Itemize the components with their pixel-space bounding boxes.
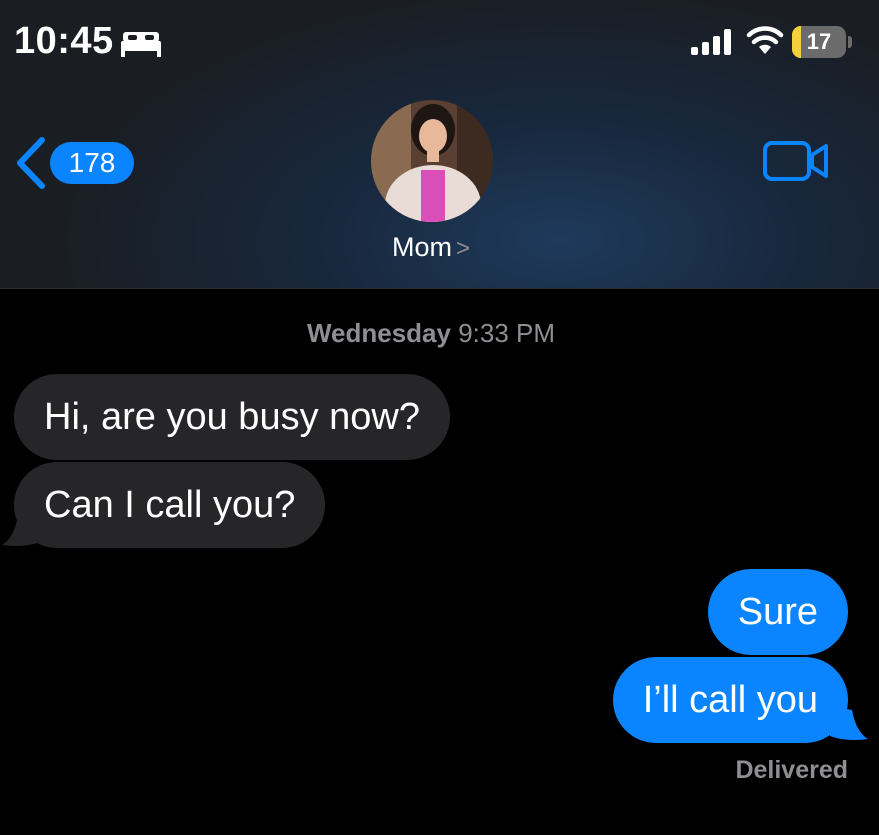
avatar-photo xyxy=(371,100,493,222)
contact-avatar[interactable] xyxy=(371,100,493,222)
bed-icon xyxy=(121,32,161,57)
chevron-right-icon: > xyxy=(455,235,470,262)
outgoing-message-bubble[interactable]: Sure xyxy=(707,569,848,655)
unread-count-badge: 178 xyxy=(50,142,134,184)
wifi-icon xyxy=(746,26,784,54)
delivery-status: Delivered xyxy=(735,756,848,784)
conversation-header: 10:45 17 178 Mom > xyxy=(0,0,879,289)
incoming-message-bubble[interactable]: Can I call you? xyxy=(14,462,326,548)
incoming-bubble-tail xyxy=(2,512,40,546)
timestamp-time: 9:33 PM xyxy=(458,318,556,348)
outgoing-message-bubble[interactable]: I’ll call you xyxy=(612,657,848,743)
incoming-message-bubble[interactable]: Hi, are you busy now? xyxy=(14,374,450,460)
chevron-left-icon xyxy=(17,137,45,189)
back-button[interactable]: 178 xyxy=(12,136,134,190)
cellular-signal-icon xyxy=(691,29,731,55)
outgoing-bubble-tail xyxy=(830,706,868,740)
timestamp-day: Wednesday xyxy=(306,318,451,348)
status-time: 10:45 xyxy=(14,20,114,62)
contact-name-button[interactable]: Mom > xyxy=(370,232,492,263)
battery-indicator: 17 xyxy=(792,26,854,58)
video-camera-icon[interactable] xyxy=(762,138,830,184)
message-timestamp: Wednesday 9:33 PM xyxy=(0,318,862,349)
contact-name: Mom xyxy=(391,232,452,262)
battery-level: 17 xyxy=(806,29,832,54)
